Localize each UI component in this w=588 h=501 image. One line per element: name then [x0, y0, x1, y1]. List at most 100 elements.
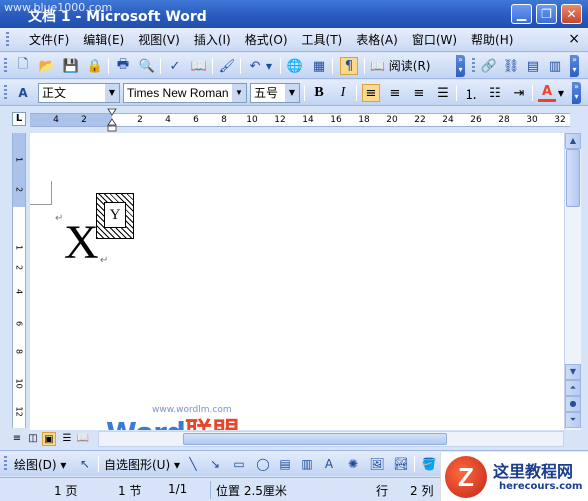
- close-button[interactable]: ✕: [561, 4, 582, 24]
- chevron-down-icon: ▼: [232, 84, 246, 102]
- paragraph-mark-icon: ↵: [55, 213, 64, 224]
- tab-selector[interactable]: L: [12, 112, 26, 126]
- format-painter-icon[interactable]: 🖌: [218, 57, 236, 75]
- align-center-icon[interactable]: ≡: [386, 84, 404, 102]
- font-select[interactable]: Times New Roman ▼: [123, 83, 247, 103]
- line-tool-icon[interactable]: ╲: [184, 455, 202, 473]
- minimize-button[interactable]: ▁: [511, 4, 532, 24]
- window-title: 文档 1 - Microsoft Word: [28, 9, 207, 25]
- oval-tool-icon[interactable]: ◯: [254, 455, 272, 473]
- document-canvas[interactable]: ↵ X ↵ Y www.wordlm.com Word联盟: [30, 133, 564, 430]
- draw-menu-button[interactable]: 绘图(D) ▾: [14, 456, 66, 473]
- toolbar-grip[interactable]: [4, 456, 7, 472]
- numbering-icon[interactable]: ⒈: [462, 84, 480, 103]
- insert-hyperlink-icon[interactable]: 🌐: [286, 57, 304, 75]
- menu-edit[interactable]: 编辑(E): [76, 32, 131, 48]
- arrow-tool-icon[interactable]: ↘: [206, 455, 224, 473]
- new-document-icon[interactable]: 🗋: [14, 57, 32, 75]
- status-column: 2 列: [410, 484, 434, 498]
- format-options-chevron[interactable]: » ▾: [572, 82, 581, 104]
- unlink-icon[interactable]: ⛓: [502, 57, 520, 75]
- frame-properties-icon[interactable]: ▥: [546, 57, 564, 75]
- menu-view[interactable]: 视图(V): [131, 32, 187, 48]
- title-bar: www.blue1000.com 文档 1 - Microsoft Word ▁…: [0, 0, 588, 28]
- vertical-text-box-icon[interactable]: ▥: [298, 455, 316, 473]
- menu-table[interactable]: 表格(A): [349, 32, 405, 48]
- outline-view-icon[interactable]: ☰: [60, 432, 74, 446]
- next-page-icon[interactable]: ⏷: [565, 412, 581, 428]
- print-layout-icon[interactable]: ▣: [42, 432, 56, 446]
- scroll-down-icon[interactable]: ▼: [565, 364, 581, 380]
- align-justify-icon[interactable]: ≡: [362, 84, 380, 102]
- diagram-icon[interactable]: ✺: [344, 455, 362, 473]
- normal-view-icon[interactable]: ≡: [10, 432, 24, 446]
- fill-color-icon[interactable]: 🪣: [420, 455, 438, 473]
- font-color-dropdown-icon[interactable]: ▼: [556, 84, 566, 102]
- save-icon[interactable]: 💾: [62, 57, 80, 75]
- select-objects-icon[interactable]: ↖: [76, 455, 94, 473]
- undo-dropdown-icon[interactable]: ▼: [264, 57, 274, 75]
- read-mode-button[interactable]: 📖 阅读(R): [370, 57, 430, 75]
- font-color-icon[interactable]: A: [538, 84, 556, 102]
- italic-button[interactable]: I: [334, 84, 352, 102]
- toolbar2-options-chevron[interactable]: » ▾: [570, 55, 579, 77]
- toolbar-options-chevron[interactable]: » ▾: [456, 55, 465, 77]
- align-right-icon[interactable]: ≡: [410, 84, 428, 102]
- rectangle-tool-icon[interactable]: ▭: [230, 455, 248, 473]
- clip-art-icon[interactable]: 🖼: [368, 455, 386, 473]
- font-value: Times New Roman: [127, 86, 229, 100]
- browse-object-icon[interactable]: ●: [565, 396, 581, 412]
- chevron-down-icon: ▼: [285, 84, 299, 102]
- indent-marker-icon[interactable]: [107, 107, 117, 133]
- style-select[interactable]: 正文 ▼: [38, 83, 120, 103]
- standard-toolbar: 🗋 📂 💾 🔒 🖶 🔍 ✓ 📖 🖌 ↶ ▼ 🌐 ▦ ¶ 📖 阅读(R) » ▾ 🔗…: [0, 53, 588, 79]
- frame-icon[interactable]: ▤: [524, 57, 542, 75]
- formatting-toolbar: A 正文 ▼ Times New Roman ▼ 五号 ▼ B I ≡ ≡ ≡ …: [0, 80, 588, 106]
- doc-close-icon[interactable]: ×: [568, 31, 580, 47]
- menu-format[interactable]: 格式(O): [238, 32, 295, 48]
- vertical-scrollbar[interactable]: ▲ ▼ ⏶ ● ⏷: [564, 133, 581, 430]
- menu-file[interactable]: 文件(F): [22, 32, 76, 48]
- link-icon[interactable]: 🔗: [480, 57, 498, 75]
- reading-view-icon[interactable]: 📖: [76, 432, 90, 446]
- status-position: 位置 2.5厘米: [216, 484, 287, 498]
- font-size-select[interactable]: 五号 ▼: [250, 83, 300, 103]
- large-character[interactable]: X: [64, 219, 99, 267]
- horizontal-scrollbar[interactable]: [98, 431, 564, 447]
- research-icon[interactable]: 📖: [190, 57, 208, 75]
- distributed-icon[interactable]: ☰: [434, 84, 452, 102]
- insert-table-icon[interactable]: ▦: [310, 57, 328, 75]
- maximize-button[interactable]: ❐: [536, 4, 557, 24]
- toolbar-grip[interactable]: [4, 85, 7, 101]
- spelling-icon[interactable]: ✓: [166, 57, 184, 75]
- show-hide-marks-icon[interactable]: ¶: [340, 57, 358, 75]
- scroll-up-icon[interactable]: ▲: [565, 133, 581, 149]
- menu-tools[interactable]: 工具(T): [295, 32, 350, 48]
- menubar-grip[interactable]: [6, 32, 9, 48]
- autoshapes-menu-button[interactable]: 自选图形(U) ▾: [104, 456, 180, 473]
- vertical-ruler[interactable]: 1 2 1 2 4 6 8 10 12: [12, 133, 26, 428]
- style-value: 正文: [42, 86, 67, 100]
- selected-text-box[interactable]: Y: [96, 193, 134, 239]
- permission-icon[interactable]: 🔒: [86, 57, 104, 75]
- print-icon[interactable]: 🖶: [114, 57, 132, 75]
- previous-page-icon[interactable]: ⏶: [565, 380, 581, 396]
- menu-insert[interactable]: 插入(I): [187, 32, 238, 48]
- wordart-icon[interactable]: A: [320, 455, 338, 473]
- indent-icon[interactable]: ⇥: [510, 84, 528, 102]
- menu-window[interactable]: 窗口(W): [405, 32, 464, 48]
- styles-pane-icon[interactable]: A: [14, 84, 32, 102]
- bold-button[interactable]: B: [310, 84, 328, 102]
- horizontal-scroll-thumb[interactable]: [183, 433, 447, 445]
- text-box-tool-icon[interactable]: ▤: [276, 455, 294, 473]
- web-view-icon[interactable]: ◫: [26, 432, 40, 446]
- insert-picture-icon[interactable]: 🏞: [392, 455, 410, 473]
- vertical-scroll-thumb[interactable]: [566, 149, 580, 207]
- undo-icon[interactable]: ↶: [246, 57, 264, 75]
- menu-help[interactable]: 帮助(H): [464, 32, 520, 48]
- print-preview-icon[interactable]: 🔍: [138, 57, 156, 75]
- open-folder-icon[interactable]: 📂: [38, 57, 56, 75]
- toolbar-grip[interactable]: [4, 58, 7, 74]
- bullets-icon[interactable]: ☷: [486, 84, 504, 102]
- text-box-character[interactable]: Y: [104, 202, 126, 228]
